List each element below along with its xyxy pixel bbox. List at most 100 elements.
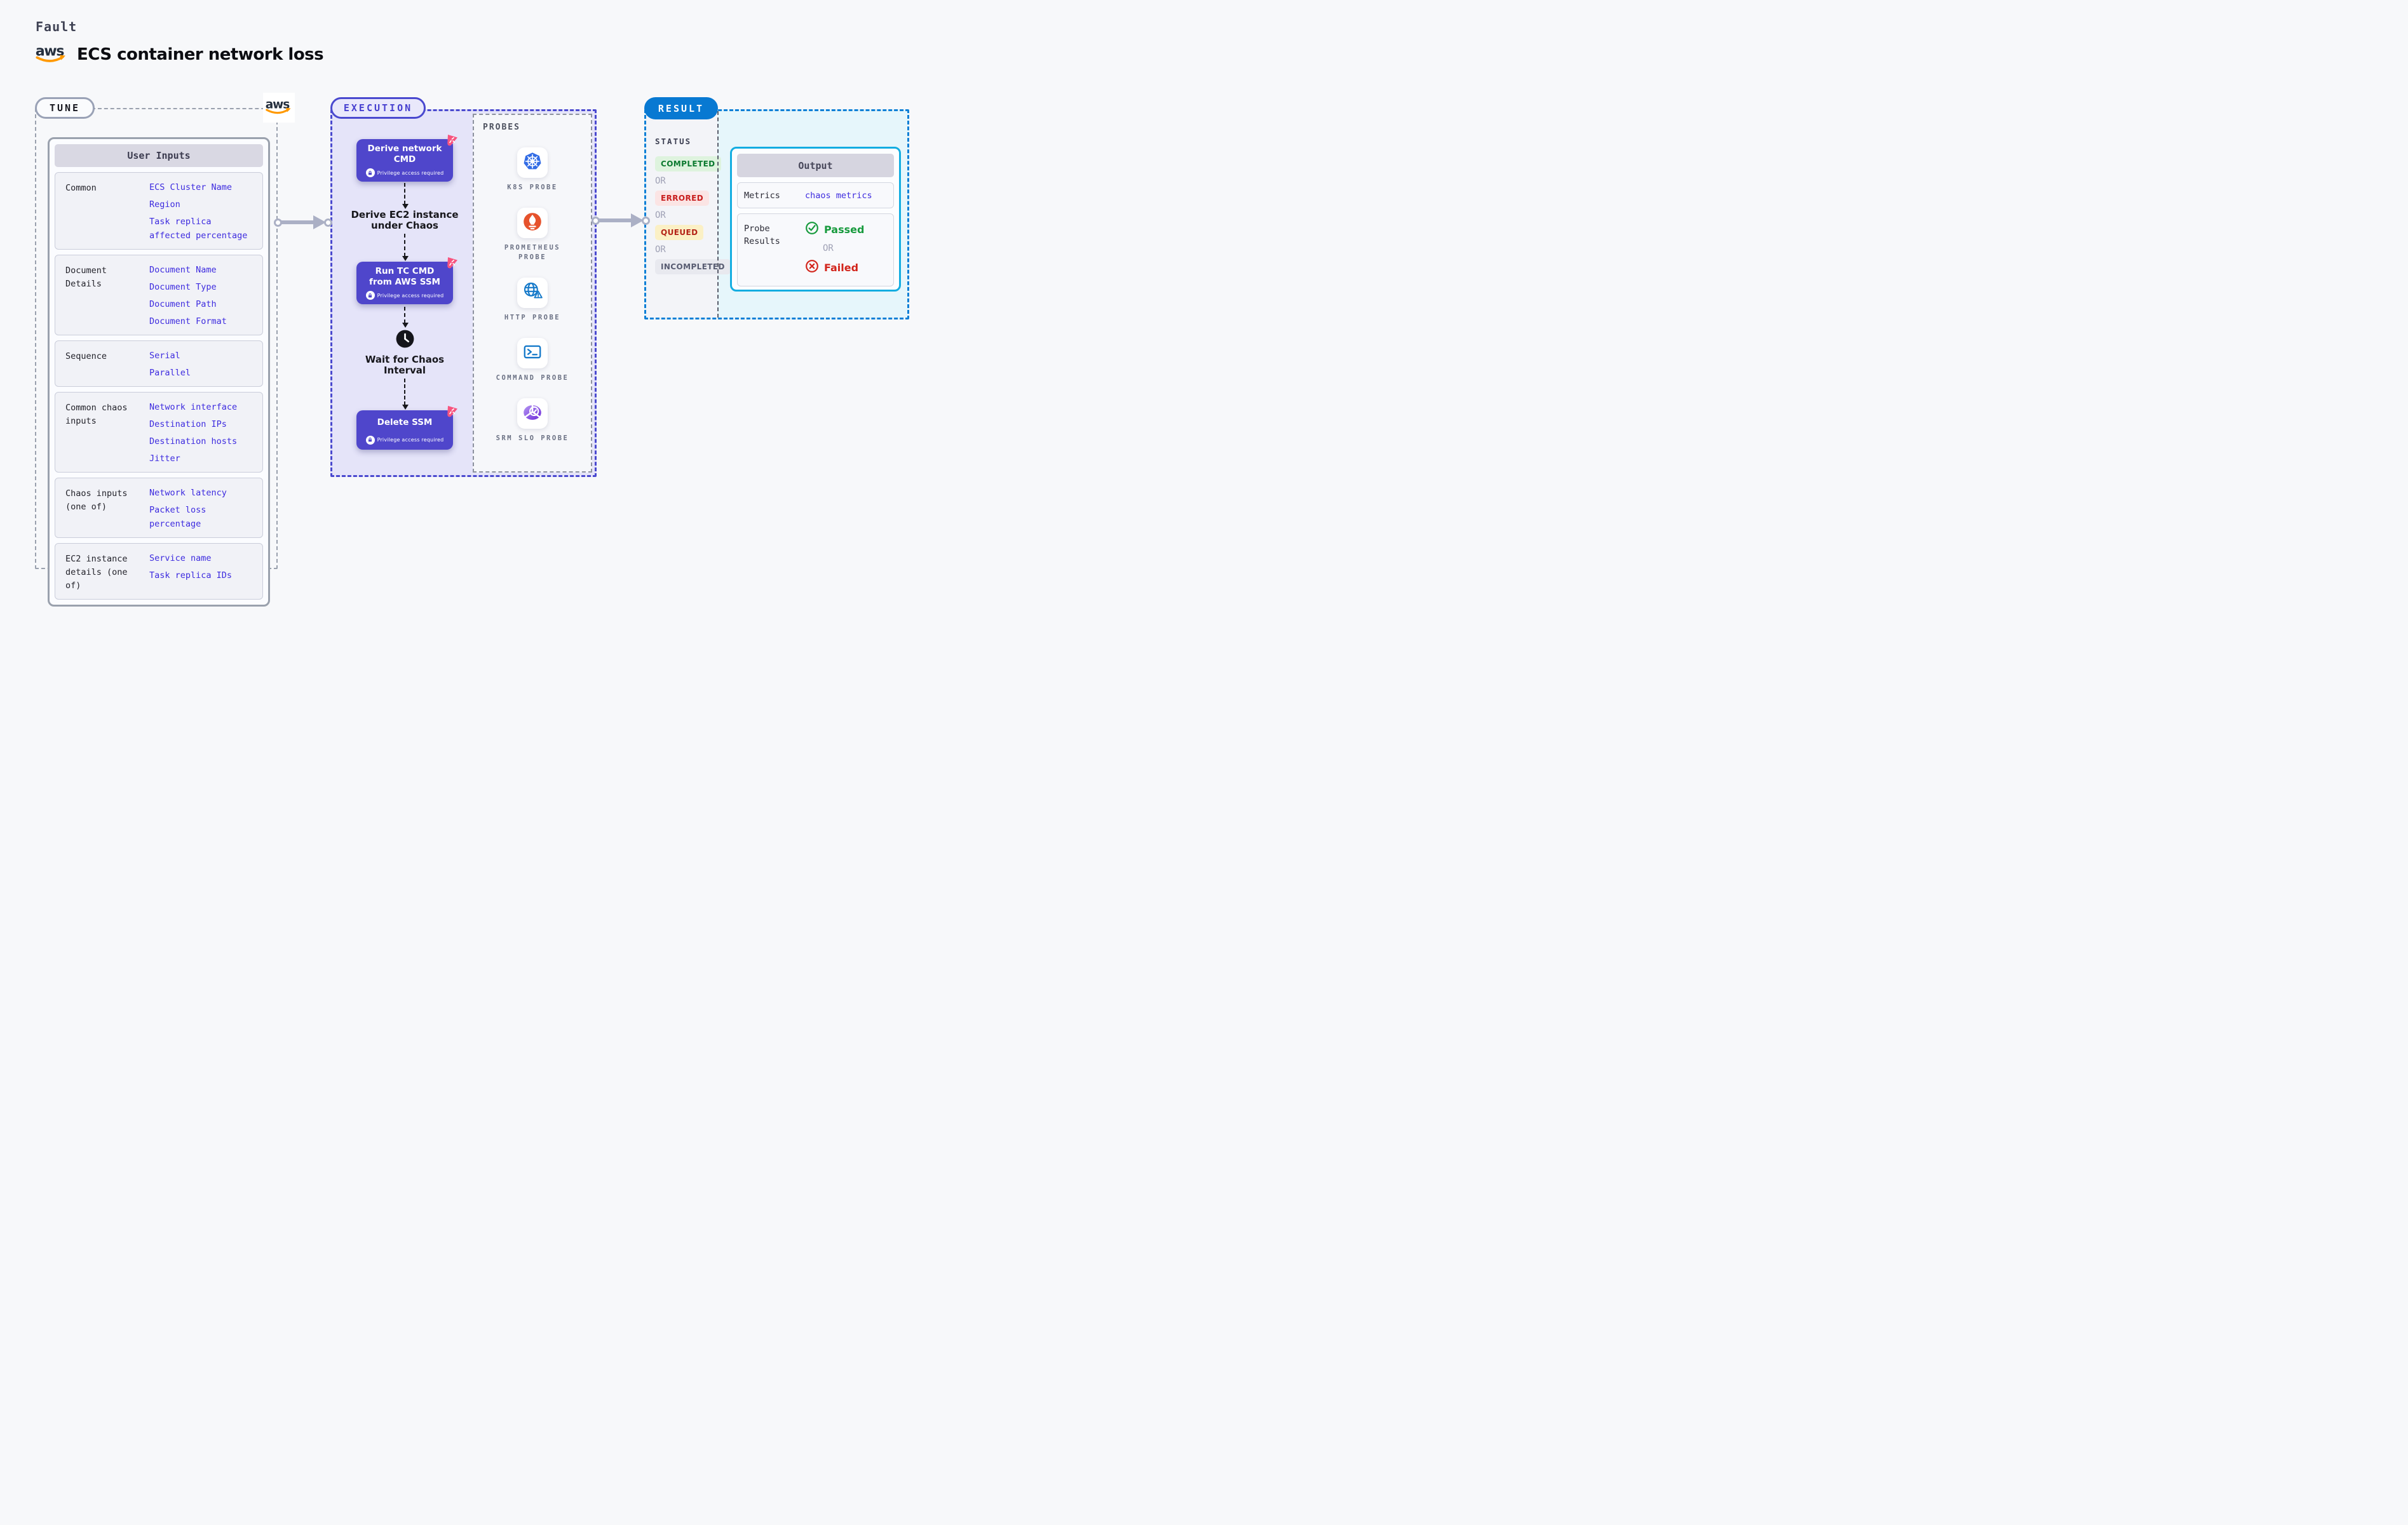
row-label: Sequence: [65, 351, 107, 361]
probe-card: [517, 208, 548, 238]
input-value: Task replica IDs: [149, 570, 233, 581]
user-inputs-header: User Inputs: [55, 144, 263, 167]
chaos-icon: [445, 133, 459, 147]
tune-to-execution-arrow: [274, 215, 332, 230]
table-row: Chaos inputs (one of) Network latency Pa…: [55, 478, 263, 538]
row-values: Service name Task replica IDs: [149, 550, 257, 593]
input-value: Region: [149, 199, 180, 210]
input-value: Document Name: [149, 265, 217, 275]
privilege-note: Privilege access required: [365, 291, 444, 300]
row-values: Document Name Document Type Document Pat…: [149, 262, 257, 328]
passed-state: Passed: [805, 221, 887, 238]
step-derive-ec2-instance: Derive EC2 instance under Chaos: [351, 209, 459, 231]
kubernetes-icon: [522, 151, 543, 175]
table-row: Sequence Serial Parallel: [55, 340, 263, 387]
probes-panel-label: PROBES: [483, 123, 520, 132]
status-heading: STATUS: [655, 137, 692, 146]
input-value: Jitter: [149, 453, 180, 464]
status-badge-errored: ERRORED: [655, 191, 710, 206]
input-value: Network latency: [149, 488, 227, 498]
failed-label: Failed: [824, 261, 859, 274]
terminal-icon: [522, 341, 543, 365]
metrics-value: chaos metrics: [805, 190, 872, 201]
input-value: Task replica affected percentage: [149, 217, 248, 241]
probe-card: [517, 147, 548, 178]
probe-item: K8S PROBE: [496, 147, 569, 192]
table-row: Common chaos inputs Network interface De…: [55, 392, 263, 473]
svg-text:aws: aws: [36, 43, 65, 59]
probe-label: PROMETHEUS PROBE: [504, 244, 561, 261]
or-separator: OR: [655, 176, 666, 186]
flow-connector: [402, 379, 409, 410]
arrow-shaft: [599, 218, 632, 222]
input-value: Destination hosts: [149, 436, 238, 447]
execution-to-result-arrow: [592, 213, 650, 228]
fault-kind-label: Fault: [36, 19, 78, 34]
probe-card: [517, 338, 548, 368]
probe-item: COMMAND PROBE: [496, 338, 569, 383]
input-value: Document Type: [149, 282, 217, 292]
probe-item: SRM SLO PROBE: [496, 398, 569, 443]
metrics-label: Metrics: [744, 190, 780, 201]
status-output-divider: [717, 111, 719, 318]
probe-item: HTTP PROBE: [496, 278, 569, 323]
or-separator: OR: [655, 245, 666, 255]
execution-section: PROBES K8S PROBE PROMETHEUS PROBE HTTP P…: [330, 109, 597, 477]
passed-label: Passed: [824, 223, 865, 236]
or-separator: OR: [823, 243, 834, 253]
step-label: Run TC CMD from AWS SSM: [369, 266, 440, 287]
step-run-tc-cmd: Run TC CMD from AWS SSM Privilege access…: [356, 257, 457, 304]
flow-connector: [402, 307, 409, 328]
input-value: Packet loss percentage: [149, 505, 206, 529]
clock-icon: [395, 328, 416, 352]
flow-connector: [402, 234, 409, 261]
connector-dot: [324, 218, 332, 227]
probe-label: HTTP PROBE: [504, 314, 561, 321]
privilege-note-text: Privilege access required: [377, 292, 444, 299]
step-label: Derive network CMD: [367, 144, 442, 165]
http-globe-warning-icon: [522, 281, 543, 305]
tune-stage-badge: TUNE: [35, 97, 95, 119]
probe-results-label: Probe Results: [744, 224, 780, 246]
lock-icon: [365, 435, 375, 445]
row-label: Document Details: [65, 265, 107, 289]
row-values: ECS Cluster Name Region Task replica aff…: [149, 179, 257, 243]
table-row: EC2 instance details (one of) Service na…: [55, 543, 263, 600]
privilege-note-text: Privilege access required: [377, 170, 444, 176]
status-badge-completed: COMPLETED: [655, 156, 721, 171]
row-label: EC2 instance details (one of): [65, 554, 128, 591]
chaos-icon: [445, 404, 459, 419]
input-value: ECS Cluster Name: [149, 182, 233, 192]
svg-text:aws: aws: [266, 98, 290, 111]
step-label: Delete SSM: [377, 417, 433, 427]
row-label: Common: [65, 183, 97, 193]
input-value: Network interface: [149, 402, 238, 412]
lock-icon: [365, 291, 375, 300]
probe-label: SRM SLO PROBE: [496, 434, 569, 442]
aws-logo-icon: aws: [265, 97, 293, 119]
result-stage-badge: RESULT: [644, 97, 718, 119]
input-value: Destination IPs: [149, 419, 227, 429]
privilege-note-text: Privilege access required: [377, 437, 444, 443]
step-wait-for-chaos-interval: Wait for Chaos Interval: [365, 354, 445, 376]
step-derive-network-cmd: Derive network CMD Privilege access requ…: [356, 135, 457, 182]
status-badge-queued: QUEUED: [655, 225, 704, 240]
aws-target-tile: aws: [263, 93, 295, 123]
or-separator: OR: [655, 210, 666, 220]
privilege-note: Privilege access required: [365, 435, 444, 445]
arrow-shaft: [281, 220, 315, 224]
probes-panel: PROBES K8S PROBE PROMETHEUS PROBE HTTP P…: [473, 114, 592, 473]
check-circle-icon: [805, 221, 819, 238]
table-row: Common ECS Cluster Name Region Task repl…: [55, 172, 263, 250]
probe-results-states: Passed OR Failed: [805, 220, 887, 280]
probe-label: K8S PROBE: [507, 184, 558, 191]
flow-connector: [402, 183, 409, 209]
probe-card: [517, 278, 548, 308]
probe-label: COMMAND PROBE: [496, 374, 569, 382]
probe-item: PROMETHEUS PROBE: [496, 208, 569, 262]
aws-logo-icon: aws: [35, 42, 68, 67]
chaos-icon: [445, 255, 459, 270]
slo-donut-check-icon: [521, 401, 544, 426]
row-values: Network latency Packet loss percentage: [149, 485, 257, 531]
input-value: Document Path: [149, 299, 217, 309]
